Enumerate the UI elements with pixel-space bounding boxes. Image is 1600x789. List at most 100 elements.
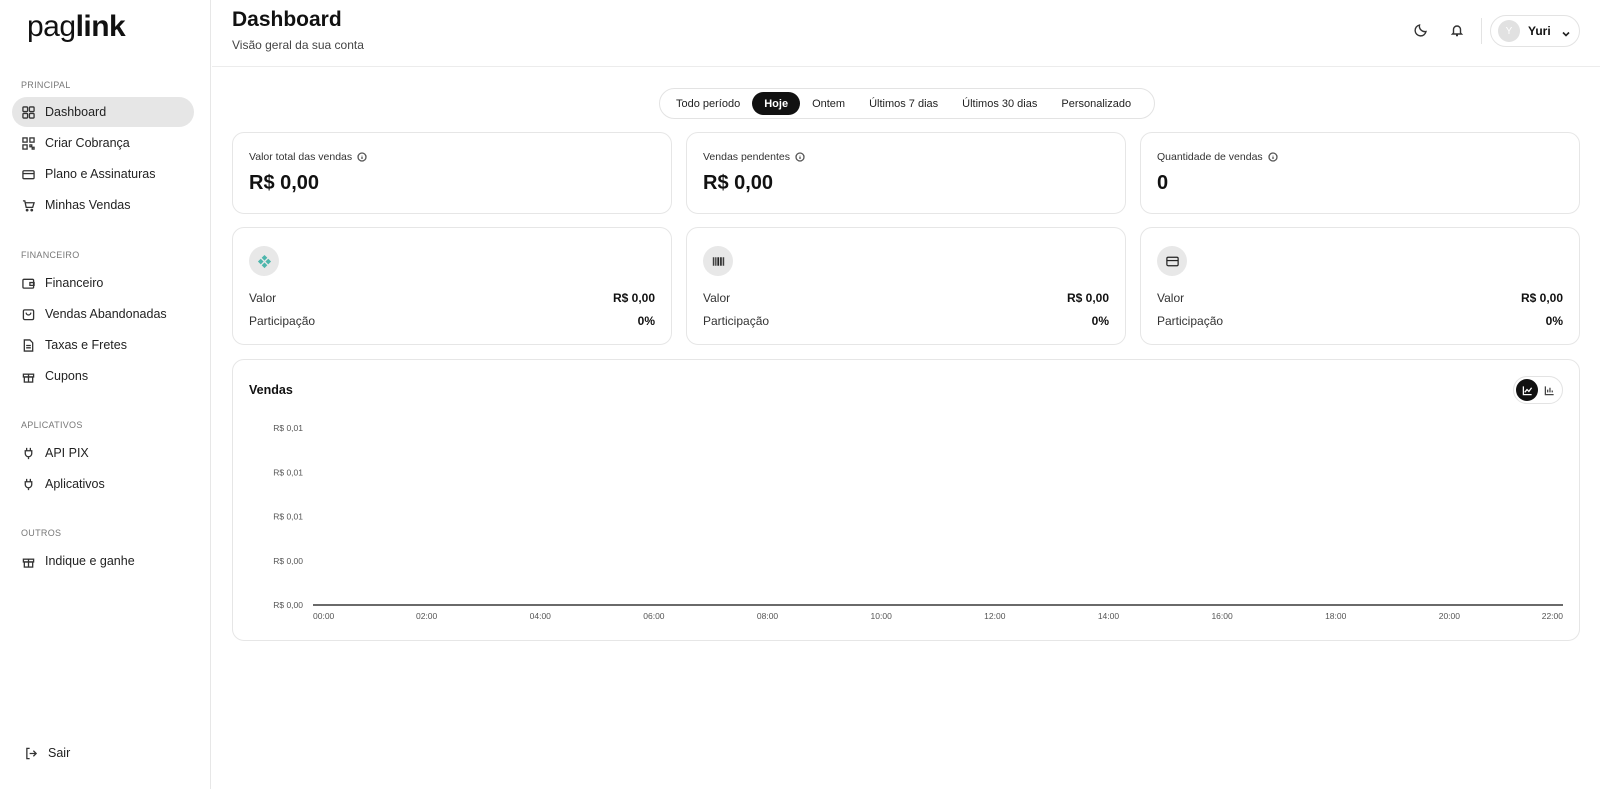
sidebar-item-label: Criar Cobrança — [45, 136, 130, 150]
stat-label: Quantidade de vendas — [1157, 151, 1263, 163]
wallet-icon — [22, 277, 35, 290]
logout-button[interactable]: Sair — [25, 746, 70, 760]
plug-icon — [22, 478, 35, 491]
notifications-button[interactable] — [1450, 23, 1466, 39]
stat-card-vendas-pendentes: Vendas pendentes R$ 0,00 — [686, 132, 1126, 214]
y-tick-label: R$ 0,01 — [273, 512, 303, 522]
period-tab-personalizado[interactable]: Personalizado — [1049, 92, 1143, 115]
section-label-aplicativos: APLICATIVOS — [21, 420, 83, 430]
moon-icon — [1414, 24, 1427, 37]
qr-code-icon — [22, 136, 35, 150]
y-tick-label: R$ 0,01 — [273, 423, 303, 433]
dashboard-icon — [22, 105, 35, 119]
stat-label: Vendas pendentes — [703, 151, 790, 163]
sidebar-item-criar-cobranca[interactable]: Criar Cobrança — [12, 128, 194, 158]
cart-icon — [22, 199, 35, 212]
x-tick-label: 06:00 — [643, 611, 665, 621]
logout-icon — [26, 747, 38, 759]
x-tick-label: 20:00 — [1439, 611, 1461, 621]
sidebar-item-label: Taxas e Fretes — [45, 338, 127, 352]
x-tick-label: 22:00 — [1542, 611, 1564, 621]
sidebar-item-label: API PIX — [45, 446, 89, 460]
payment-value-label: Valor — [703, 291, 731, 305]
payment-share: 0% — [1545, 314, 1563, 328]
stat-value: R$ 0,00 — [703, 172, 774, 194]
x-tick-label: 16:00 — [1211, 611, 1233, 621]
sidebar-item-label: Cupons — [45, 369, 89, 383]
sidebar-item-label: Minhas Vendas — [45, 198, 131, 212]
x-tick-label: 14:00 — [1098, 611, 1120, 621]
period-tab-30-dias[interactable]: Últimos 30 dias — [950, 92, 1049, 115]
period-tab-7-dias[interactable]: Últimos 7 dias — [857, 92, 950, 115]
payment-value-label: Valor — [1157, 291, 1185, 305]
card-icon — [22, 168, 35, 181]
sidebar-item-indique-ganhe[interactable]: Indique e ganhe — [12, 546, 194, 576]
period-tab-hoje[interactable]: Hoje — [752, 92, 801, 115]
period-filter: Todo período Hoje Ontem Últimos 7 dias Ú… — [659, 88, 1155, 119]
x-tick-label: 12:00 — [984, 611, 1006, 621]
sidebar-item-aplicativos[interactable]: Aplicativos — [12, 469, 194, 499]
x-tick-label: 10:00 — [871, 611, 893, 621]
payment-value: R$ 0,00 — [612, 291, 655, 305]
sidebar-item-label: Aplicativos — [45, 477, 105, 491]
payment-share-label: Participação — [1157, 314, 1224, 328]
plug-icon — [22, 447, 35, 460]
payment-share: 0% — [1091, 314, 1109, 328]
user-name: Yuri — [1528, 24, 1551, 38]
bell-icon — [1450, 25, 1464, 37]
barcode-icon — [712, 256, 724, 266]
sidebar-item-taxas-fretes[interactable]: Taxas e Fretes — [12, 330, 194, 360]
sidebar-item-label: Financeiro — [45, 276, 104, 290]
chevron-down-icon — [1561, 26, 1571, 37]
stat-card-valor-total: Valor total das vendas R$ 0,00 — [232, 132, 672, 214]
x-tick-label: 02:00 — [416, 611, 438, 621]
paglink-logo[interactable]: paglink — [27, 10, 126, 44]
sidebar-item-financeiro[interactable]: Financeiro — [12, 268, 194, 298]
sidebar-item-cupons[interactable]: Cupons — [12, 361, 194, 391]
info-icon[interactable] — [1268, 152, 1278, 162]
payment-share: 0% — [637, 314, 655, 328]
payment-card-pix: Valor R$ 0,00 Participação 0% — [232, 227, 672, 345]
stat-value: R$ 0,00 — [249, 172, 320, 194]
info-icon[interactable] — [795, 152, 805, 162]
payment-value: R$ 0,00 — [1066, 291, 1109, 305]
sidebar-item-minhas-vendas[interactable]: Minhas Vendas — [12, 190, 194, 220]
payment-value: R$ 0,00 — [1520, 291, 1563, 305]
bag-icon — [22, 308, 35, 321]
top-header: Dashboard Visão geral da sua conta Y Yur… — [212, 0, 1600, 67]
period-tab-ontem[interactable]: Ontem — [800, 92, 857, 115]
section-label-outros: OUTROS — [21, 528, 62, 538]
period-tab-todo[interactable]: Todo período — [664, 92, 752, 115]
sidebar-item-plano-assinaturas[interactable]: Plano e Assinaturas — [12, 159, 194, 189]
info-icon[interactable] — [357, 152, 367, 162]
header-divider — [1481, 18, 1482, 44]
payment-share-label: Participação — [249, 314, 316, 328]
sidebar-item-dashboard[interactable]: Dashboard — [12, 97, 194, 127]
theme-toggle-button[interactable] — [1414, 23, 1430, 39]
section-label-financeiro: FINANCEIRO — [21, 250, 80, 260]
sidebar: paglink PRINCIPAL Dashboard Criar Cobran… — [0, 0, 211, 789]
x-tick-label: 00:00 — [313, 611, 335, 621]
pix-icon — [257, 254, 271, 268]
section-label-principal: PRINCIPAL — [21, 80, 71, 90]
gift-icon — [22, 555, 35, 568]
stat-label: Valor total das vendas — [249, 151, 353, 163]
document-icon — [22, 338, 35, 352]
sidebar-item-label: Dashboard — [45, 105, 107, 119]
x-tick-label: 08:00 — [757, 611, 779, 621]
sales-chart-card: Vendas R$ 0,01 R$ 0,01 R$ 0,01 R$ 0,00 R$ 0,… — [232, 359, 1580, 641]
y-tick-label: R$ 0,01 — [273, 467, 303, 477]
page-subtitle: Visão geral da sua conta — [232, 38, 364, 52]
sidebar-item-label: Indique e ganhe — [45, 554, 135, 568]
sidebar-item-label: Vendas Abandonadas — [45, 307, 167, 321]
stat-value: 0 — [1157, 172, 1169, 194]
stat-card-quantidade: Quantidade de vendas 0 — [1140, 132, 1580, 214]
sidebar-item-vendas-abandonadas[interactable]: Vendas Abandonadas — [12, 299, 194, 329]
payment-share-label: Participação — [703, 314, 770, 328]
gift-icon — [22, 370, 35, 383]
user-menu-button[interactable]: Y Yuri — [1490, 15, 1580, 47]
x-tick-label: 04:00 — [530, 611, 552, 621]
sidebar-item-api-pix[interactable]: API PIX — [12, 438, 194, 468]
y-tick-label: R$ 0,00 — [273, 600, 303, 610]
page-title: Dashboard — [232, 8, 342, 31]
